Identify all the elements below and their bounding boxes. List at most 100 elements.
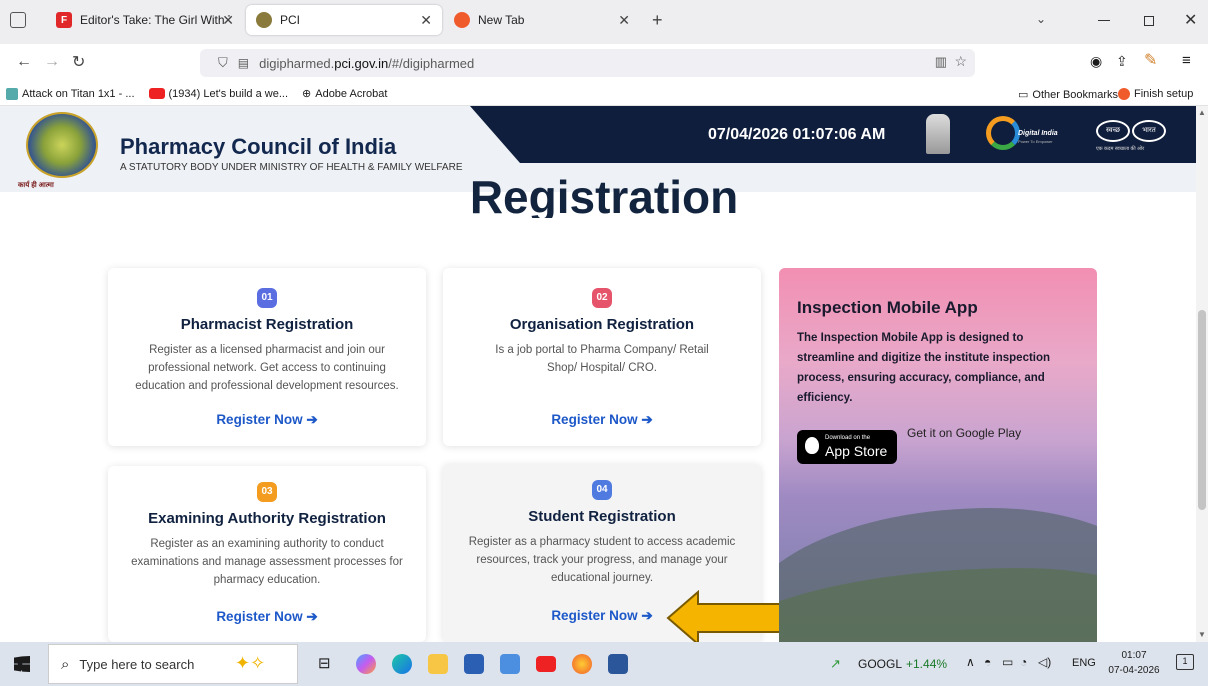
notification-icon[interactable]: 1	[1176, 654, 1194, 670]
new-tab-plus-icon[interactable]: +	[652, 10, 663, 31]
tab-editors-take[interactable]: F Editor's Take: The Girl With The ✕	[46, 5, 244, 35]
card-title: Organisation Registration	[509, 316, 695, 333]
register-now-label: Register Now	[551, 608, 638, 623]
swachh-left-text: स्वच्छ	[1105, 127, 1121, 134]
minimize-icon[interactable]	[1098, 20, 1110, 21]
pharmacist-register-now-link[interactable]: Register Now ➔	[108, 412, 426, 428]
firefox-icon	[1118, 88, 1130, 100]
scroll-down-arrow-icon[interactable]: ▼	[1198, 630, 1206, 639]
bookmark-label: (1934) Let's build a we...	[168, 87, 289, 100]
youtube-icon	[148, 88, 165, 99]
account-icon[interactable]: ◉	[1090, 53, 1102, 70]
tray-chevron-icon[interactable]: ∧	[966, 655, 975, 669]
register-now-label: Register Now	[216, 609, 303, 624]
network-icon[interactable]: ◓	[984, 655, 991, 669]
youtube-icon[interactable]	[536, 656, 556, 672]
clock[interactable]: 01:07 07-04-2026	[1106, 648, 1162, 678]
firefox-icon	[454, 12, 470, 28]
taskbar-search-box[interactable]: ⌕ Type here to search ✦✧	[48, 644, 298, 684]
app-store-small-text: Download on the	[825, 435, 871, 441]
close-tab-icon[interactable]: ✕	[420, 12, 432, 29]
page-info-icon[interactable]: ▤	[238, 56, 249, 70]
app-title: Inspection Mobile App	[797, 298, 978, 317]
close-tab-icon[interactable]: ✕	[618, 12, 630, 29]
card-number-badge: 04	[592, 480, 612, 500]
bookmarks-bar: Attack on Titan 1x1 - ... (1934) Let's b…	[0, 82, 1208, 106]
page-scrollbar[interactable]: ▲ ▼	[1196, 106, 1208, 642]
inspection-mobile-app-card: Inspection Mobile App The Inspection Mob…	[779, 268, 1097, 642]
card-description: Is a job portal to Pharma Company/ Retai…	[495, 344, 709, 374]
arrow-right-icon: ➔	[306, 412, 318, 427]
file-explorer-icon[interactable]	[428, 654, 448, 674]
task-view-icon[interactable]: ⊟	[318, 654, 331, 672]
menu-hamburger-icon[interactable]: ≡	[1182, 52, 1191, 69]
close-window-icon[interactable]: ✕	[1184, 10, 1197, 30]
google-play-link[interactable]: Get it on Google Play	[907, 426, 1021, 440]
back-icon[interactable]: ←	[16, 53, 32, 71]
organisation-register-now-link[interactable]: Register Now ➔	[443, 412, 761, 428]
card-title: Pharmacist Registration	[180, 316, 354, 333]
examining-register-now-link[interactable]: Register Now ➔	[108, 609, 426, 625]
bookmark-attack-on-titan[interactable]: Attack on Titan 1x1 - ...	[6, 87, 135, 100]
globe-icon: ⊕	[302, 88, 312, 100]
bookmark-youtube[interactable]: (1934) Let's build a we...	[148, 87, 289, 100]
url-plain: digipharmed.	[259, 55, 335, 71]
stock-trend-icon: ↗	[830, 656, 841, 671]
battery-icon[interactable]: ▭	[1002, 655, 1013, 669]
card-number-badge: 02	[592, 288, 612, 308]
windows-start-icon[interactable]	[14, 656, 30, 672]
digital-india-logo[interactable]: Digital India Power To Empower	[986, 112, 1076, 156]
tab-pci[interactable]: PCI ✕	[246, 5, 442, 35]
tab-overflow-chevron-icon[interactable]: ⌄	[1036, 12, 1046, 26]
app-store-button[interactable]: Download on the App Store	[797, 430, 897, 464]
tab-new-tab[interactable]: New Tab ✕	[444, 5, 640, 35]
shield-icon: ⛉	[218, 55, 228, 70]
swachh-bharat-logo[interactable]: स्वच्छ भारत एक कदम स्वच्छता की ओर	[1092, 116, 1190, 156]
pci-favicon-icon	[256, 12, 272, 28]
volume-icon[interactable]: ◁)	[1038, 655, 1051, 669]
other-bookmarks[interactable]: ▭ Other Bookmarks	[1018, 88, 1118, 102]
org-name[interactable]: Pharmacy Council of India	[120, 134, 396, 160]
tab-label: Editor's Take: The Girl With The	[80, 13, 230, 27]
copilot-sparkle-icon: ✦✧	[235, 653, 266, 673]
extensions-icon[interactable]: ✎	[1144, 50, 1157, 70]
edge-icon[interactable]	[392, 654, 412, 674]
clock-date: 07-04-2026	[1108, 665, 1160, 676]
copilot-app-icon[interactable]	[356, 654, 376, 674]
store-icon[interactable]	[464, 654, 484, 674]
stock-ticker[interactable]: GOOGL	[858, 657, 902, 671]
restore-icon[interactable]	[1144, 16, 1154, 26]
reader-view-icon[interactable]: ▥	[935, 54, 947, 70]
app-description: The Inspection Mobile App is designed to…	[797, 332, 1051, 404]
forward-icon[interactable]: →	[44, 53, 60, 71]
card-description: Register as an examining authority to co…	[131, 538, 403, 586]
share-icon[interactable]: ⇪	[1116, 53, 1128, 70]
bookmark-star-icon[interactable]: ☆	[954, 53, 967, 70]
scroll-up-arrow-icon[interactable]: ▲	[1198, 108, 1206, 117]
glasses-left-lens-icon: स्वच्छ	[1096, 120, 1130, 142]
examining-authority-registration-card: 03 Examining Authority Registration Regi…	[108, 466, 426, 642]
app-installer-icon[interactable]	[500, 654, 520, 674]
card-title: Examining Authority Registration	[148, 510, 386, 527]
folder-icon: ▭	[1018, 89, 1029, 101]
url-path: /#/digipharmed	[388, 55, 475, 71]
word-icon[interactable]	[608, 654, 628, 674]
finish-setup[interactable]: Finish setup	[1118, 88, 1193, 100]
pharmacist-registration-card: 01 Pharmacist Registration Register as a…	[108, 268, 426, 446]
url-bar[interactable]: ⛉ ▤ digipharmed. pci.gov.in/#/digipharmed…	[200, 49, 975, 77]
firefox-icon[interactable]	[572, 654, 592, 674]
card-description: Register as a pharmacy student to access…	[468, 536, 736, 584]
bookmark-adobe-acrobat[interactable]: ⊕ Adobe Acrobat	[302, 87, 387, 101]
website-viewport: कार्य ही आत्मा Pharmacy Council of India…	[0, 106, 1208, 642]
reload-icon[interactable]: ↻	[72, 52, 85, 72]
card-number-badge: 01	[257, 288, 277, 308]
digital-india-sub: Power To Empower	[1018, 139, 1053, 144]
bookmark-label: Other Bookmarks	[1032, 88, 1118, 101]
scrollbar-thumb[interactable]	[1198, 310, 1206, 510]
close-tab-icon[interactable]: ✕	[222, 12, 234, 29]
tab-list-icon[interactable]	[10, 12, 26, 28]
wifi-icon[interactable]: ◔	[1020, 655, 1027, 669]
stock-change: +1.44%	[906, 657, 948, 671]
organisation-registration-card: 02 Organisation Registration Is a job po…	[443, 268, 761, 446]
language-indicator[interactable]: ENG	[1072, 657, 1096, 669]
